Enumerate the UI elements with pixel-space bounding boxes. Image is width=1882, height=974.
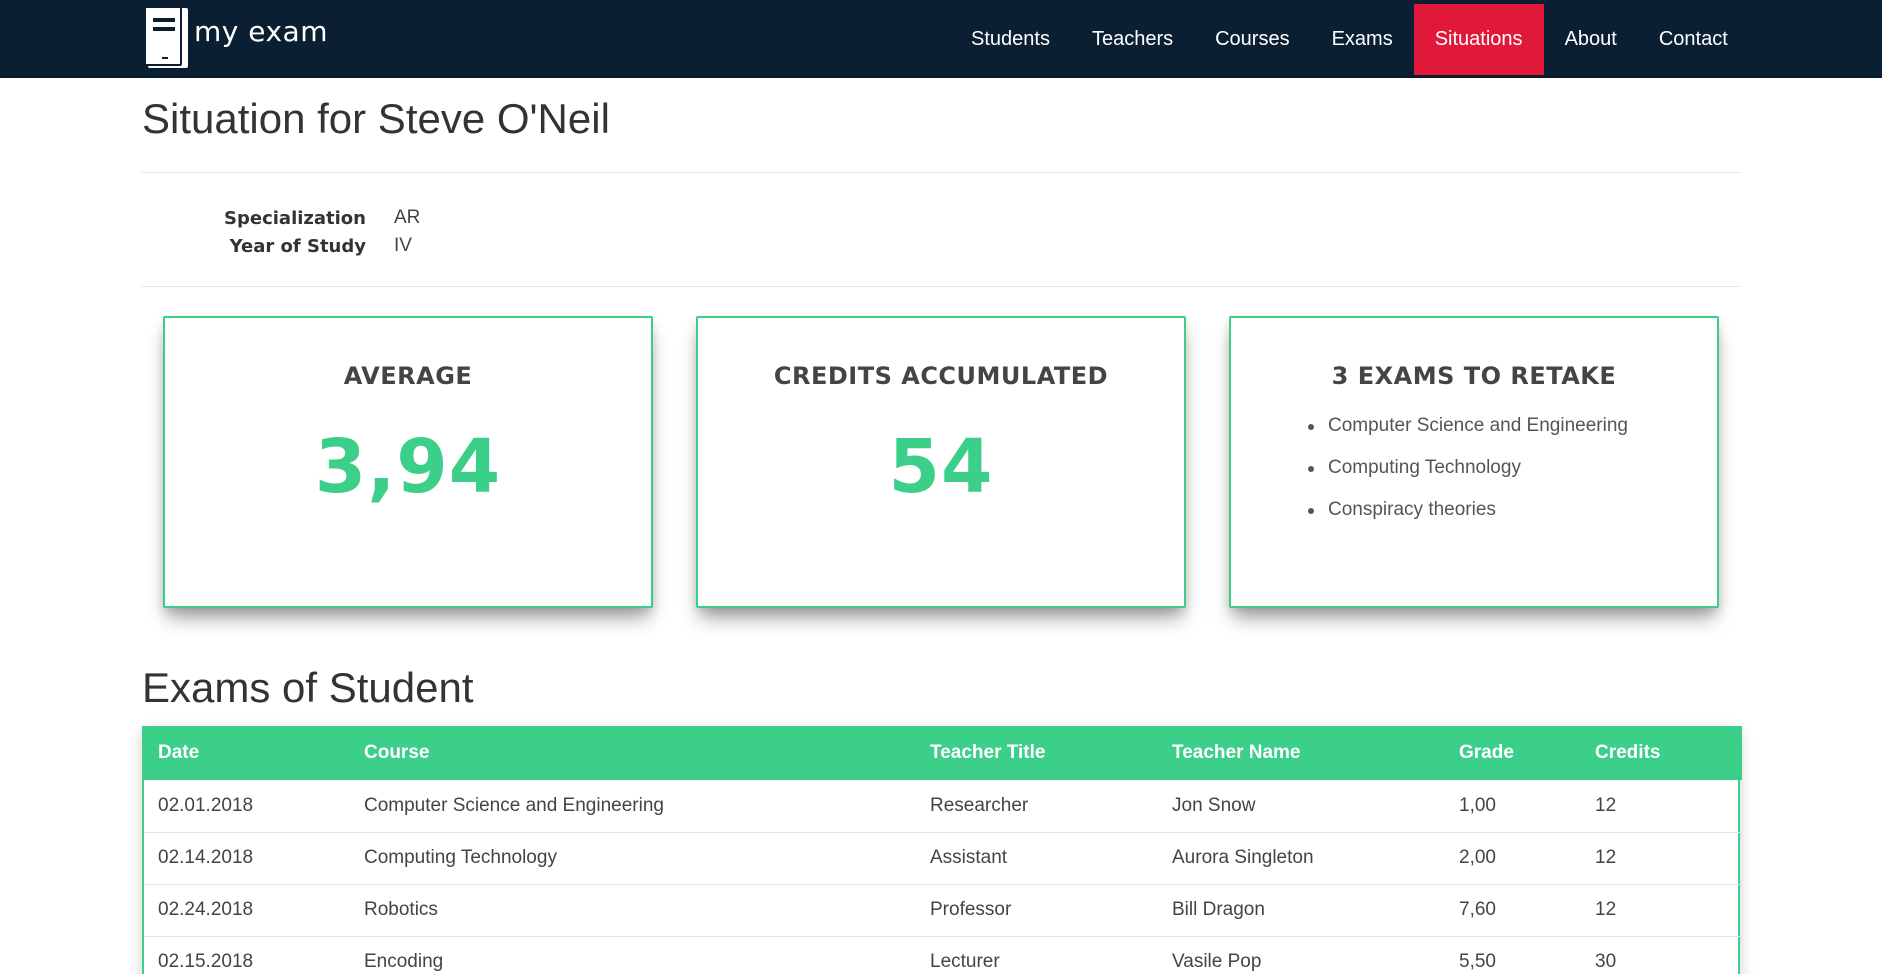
cell-course: Encoding [350,936,916,974]
nav-students[interactable]: Students [950,4,1071,75]
book-icon [144,6,188,68]
cell-teacher-name: Vasile Pop [1158,936,1445,974]
cell-credits: 30 [1581,936,1742,974]
credits-title: CREDITS ACCUMULATED [773,362,1109,390]
cell-teacher-title: Lecturer [916,936,1158,974]
cell-credits: 12 [1581,780,1742,833]
cell-teacher-title: Professor [916,884,1158,937]
average-value: 3,94 [314,424,502,510]
cell-date: 02.14.2018 [144,832,350,885]
cell-date: 02.01.2018 [144,780,350,833]
cell-date: 02.15.2018 [144,936,350,974]
cell-teacher-title: Researcher [916,780,1158,833]
retake-title: 3 EXAMS TO RETAKE [1331,362,1617,390]
nav-situations[interactable]: Situations [1413,4,1544,75]
specialization-label: Specialization [224,207,366,229]
retake-item: Computer Science and Engineering [1308,412,1628,454]
cell-course: Computer Science and Engineering [350,780,916,833]
year-row: Year of Study IV [142,232,420,260]
year-value: IV [394,235,412,256]
average-card: AVERAGE 3,94 [163,316,653,608]
credits-value: 54 [888,424,994,510]
retake-card: 3 EXAMS TO RETAKE Computer Science and E… [1229,316,1719,608]
retake-item: Conspiracy theories [1308,496,1628,538]
average-title: AVERAGE [343,362,473,390]
exams-table: Date Course Teacher Title Teacher Name G… [144,726,1742,974]
column-header-course[interactable]: Course [350,726,916,780]
divider [142,286,1740,287]
nav-contact[interactable]: Contact [1638,4,1749,75]
brand-logo[interactable]: my exam [144,6,328,68]
year-label: Year of Study [229,235,366,257]
cell-course: Robotics [350,884,916,937]
cell-teacher-name: Aurora Singleton [1158,832,1445,885]
cell-grade: 7,60 [1445,884,1581,937]
column-header-teacher-name[interactable]: Teacher Name [1158,726,1445,780]
cell-course: Computing Technology [350,832,916,885]
retake-list: Computer Science and Engineering Computi… [1308,412,1628,538]
main-nav: Students Teachers Courses Exams Situatio… [950,4,1749,75]
cell-teacher-name: Bill Dragon [1158,884,1445,937]
student-info: Specialization AR Year of Study IV [142,204,420,260]
nav-about[interactable]: About [1544,4,1638,75]
divider [142,172,1740,173]
cell-teacher-title: Assistant [916,832,1158,885]
table-row[interactable]: 02.14.2018 Computing Technology Assistan… [144,832,1742,885]
retake-item: Computing Technology [1308,454,1628,496]
nav-teachers[interactable]: Teachers [1071,4,1194,75]
column-header-teacher-title[interactable]: Teacher Title [916,726,1158,780]
cell-grade: 1,00 [1445,780,1581,833]
navbar: my exam Students Teachers Courses Exams … [0,0,1882,78]
table-row[interactable]: 02.24.2018 Robotics Professor Bill Drago… [144,884,1742,937]
cell-date: 02.24.2018 [144,884,350,937]
cell-teacher-name: Jon Snow [1158,780,1445,833]
page-title: Situation for Steve O'Neil [142,95,610,142]
nav-exams[interactable]: Exams [1311,4,1414,75]
exams-table-container: Date Course Teacher Title Teacher Name G… [142,726,1742,974]
brand-name: my exam [194,14,328,48]
column-header-grade[interactable]: Grade [1445,726,1581,780]
cell-credits: 12 [1581,884,1742,937]
specialization-value: AR [394,207,421,228]
cell-credits: 12 [1581,832,1742,885]
cell-grade: 5,50 [1445,936,1581,974]
table-row[interactable]: 02.01.2018 Computer Science and Engineer… [144,780,1742,833]
cell-grade: 2,00 [1445,832,1581,885]
nav-courses[interactable]: Courses [1194,4,1310,75]
table-header-row: Date Course Teacher Title Teacher Name G… [144,726,1742,780]
credits-card: CREDITS ACCUMULATED 54 [696,316,1186,608]
table-row[interactable]: 02.15.2018 Encoding Lecturer Vasile Pop … [144,936,1742,974]
exams-section-title: Exams of Student [142,664,474,711]
specialization-row: Specialization AR [142,204,420,232]
column-header-date[interactable]: Date [144,726,350,780]
column-header-credits[interactable]: Credits [1581,726,1742,780]
